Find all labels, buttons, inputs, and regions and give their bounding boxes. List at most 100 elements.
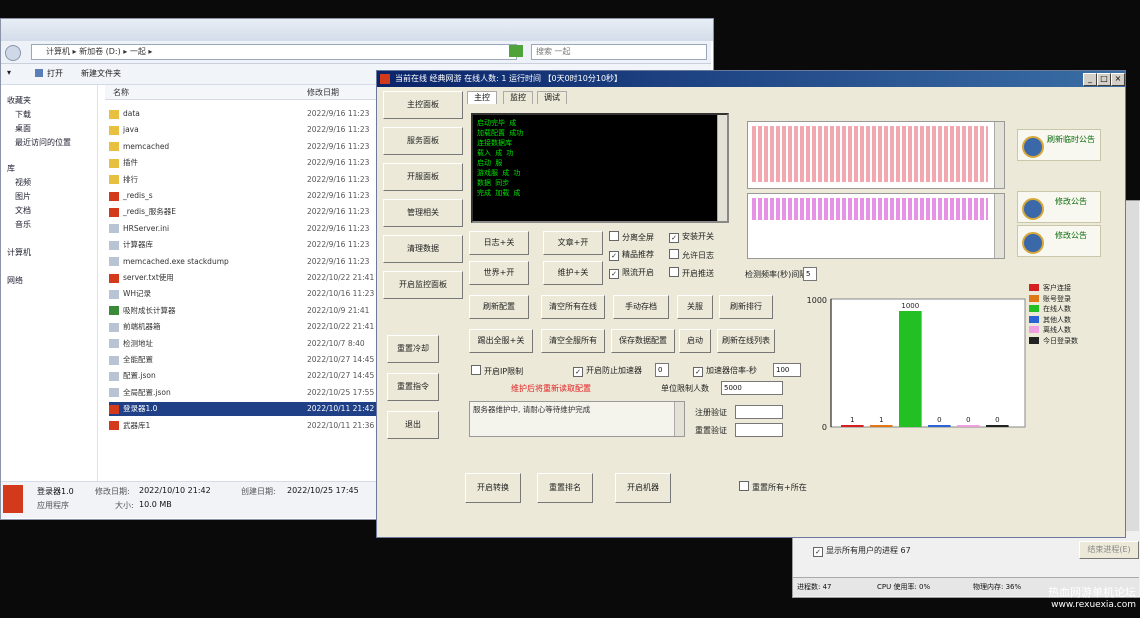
- open-button[interactable]: 打开: [47, 68, 63, 79]
- save-config-button[interactable]: 保存数据配置: [611, 329, 675, 353]
- console-scrollbar[interactable]: [717, 115, 727, 221]
- opt-value-2[interactable]: 100: [773, 363, 801, 377]
- kick-all-button[interactable]: 踢出全服+关: [469, 329, 533, 353]
- announce-badge-2[interactable]: 修改公告: [1017, 191, 1101, 223]
- refresh-icon[interactable]: [509, 45, 523, 57]
- organize-button[interactable]: ▾: [7, 68, 11, 77]
- protection-checkbox[interactable]: 开启IP限制: [471, 365, 523, 377]
- show-all-processes-check[interactable]: ✓ 显示所有用户的进程 67: [813, 545, 911, 557]
- limit-input[interactable]: 5000: [721, 381, 783, 395]
- nav-item[interactable]: 图片: [15, 191, 31, 202]
- clear-online-button[interactable]: 清空所有在线: [541, 295, 605, 319]
- address-bar-area: 计算机 ▸ 新加卷 (D:) ▸ 一起 ▸ 搜索 一起: [1, 41, 711, 64]
- start-button[interactable]: 启动: [679, 329, 711, 353]
- action-button[interactable]: 退出: [387, 411, 439, 439]
- checkbox-label: 分离全屏: [622, 233, 654, 242]
- enable-convert-button[interactable]: 开启转换: [465, 473, 521, 503]
- log-console: 启动完毕 成加载配置 成功 连接数据库 载入 成 功启动 服游戏服 成 功数据 同步…: [471, 113, 729, 223]
- nav-button[interactable]: 主控面板: [383, 91, 463, 119]
- check-interval-input[interactable]: 5: [803, 267, 817, 281]
- option-checkbox[interactable]: ✓ 限流开启: [609, 267, 654, 279]
- file-name: java: [123, 125, 139, 135]
- action-button[interactable]: 重置冷却: [387, 335, 439, 363]
- legend-item: 离线人数: [1029, 325, 1071, 335]
- folder-icon: [109, 125, 119, 135]
- announcement-scrollbar-pink[interactable]: [994, 194, 1004, 258]
- checkbox-box: ✓: [573, 367, 583, 377]
- tab-main[interactable]: 主控: [467, 91, 497, 104]
- announce-badge-1[interactable]: 刷新临时公告: [1017, 129, 1101, 161]
- opt-value-1[interactable]: 0: [655, 363, 669, 377]
- y-tick-label: 1000: [807, 296, 827, 305]
- watermark: 热血网游单机论坛 www.rexuexia.com: [1016, 584, 1136, 610]
- checkbox-box: [471, 365, 481, 375]
- option-checkbox[interactable]: ✓ 安装开关: [669, 231, 714, 243]
- checkbox-box: [669, 267, 679, 277]
- file-name: 全能配置: [123, 355, 153, 364]
- file-name: 全局配置.json: [123, 387, 171, 397]
- end-process-button[interactable]: 结束进程(E): [1079, 541, 1139, 559]
- shutdown-button[interactable]: 关服: [677, 295, 713, 319]
- nav-item[interactable]: 桌面: [15, 123, 31, 134]
- nav-button[interactable]: 服务面板: [383, 127, 463, 155]
- action-button[interactable]: 重置指令: [387, 373, 439, 401]
- folder-icon: [109, 109, 119, 119]
- nav-item[interactable]: 下载: [15, 109, 31, 120]
- refresh-online-list-button[interactable]: 刷新在线列表: [717, 329, 775, 353]
- maximize-button[interactable]: □: [1097, 73, 1111, 86]
- new-folder-button[interactable]: 新建文件夹: [81, 68, 121, 79]
- log-toggle-button[interactable]: 日志+关: [469, 231, 529, 255]
- manual-save-button[interactable]: 手动存档: [613, 295, 669, 319]
- refresh-config-button[interactable]: 刷新配置: [469, 295, 529, 319]
- checkbox-label: 允许日志: [682, 251, 714, 260]
- nav-item[interactable]: 音乐: [15, 219, 31, 230]
- protection-checkbox[interactable]: ✓ 开启防止加速器: [573, 365, 642, 377]
- minimize-button[interactable]: _: [1083, 73, 1097, 86]
- footer-checkbox[interactable]: 重置所有+所在: [739, 481, 807, 493]
- bar-value-label: 0: [995, 416, 999, 424]
- field1-input[interactable]: [735, 405, 783, 419]
- console-line: 游戏服 成 功: [477, 169, 521, 177]
- nav-button[interactable]: 开服面板: [383, 163, 463, 191]
- protection-checkbox[interactable]: ✓ 加速器倍率-秒: [693, 365, 757, 377]
- field2-input[interactable]: [735, 423, 783, 437]
- article-toggle-button[interactable]: 文章+开: [543, 231, 603, 255]
- reset-rank-button[interactable]: 重置排名: [537, 473, 593, 503]
- back-icon[interactable]: [5, 45, 21, 61]
- nav-item[interactable]: 网络: [7, 275, 23, 286]
- nav-item[interactable]: 库: [7, 163, 15, 174]
- maintenance-toggle-button[interactable]: 维护+关: [543, 261, 603, 285]
- legend-label: 客户连接: [1043, 284, 1071, 292]
- announce-badge-3[interactable]: 修改公告: [1017, 225, 1101, 257]
- search-input[interactable]: 搜索 一起: [531, 44, 707, 60]
- world-toggle-button[interactable]: 世界+开: [469, 261, 529, 285]
- status-scrollbar[interactable]: [674, 402, 684, 436]
- nav-item[interactable]: 视频: [15, 177, 31, 188]
- tab-monitor[interactable]: 监控: [503, 91, 533, 104]
- announcement-scrollbar-red[interactable]: [994, 122, 1004, 188]
- close-button[interactable]: ×: [1111, 73, 1125, 86]
- column-date[interactable]: 修改日期: [307, 87, 339, 98]
- column-name[interactable]: 名称: [113, 87, 129, 98]
- refresh-ranking-button[interactable]: 刷新排行: [719, 295, 773, 319]
- exe-icon: [109, 273, 119, 283]
- option-checkbox[interactable]: 开启推送: [669, 267, 714, 279]
- file-icon: [109, 355, 119, 365]
- nav-button[interactable]: 开启监控面板: [383, 271, 463, 299]
- clear-server-button[interactable]: 清空全服所有: [541, 329, 605, 353]
- nav-item[interactable]: 最近访问的位置: [15, 137, 71, 148]
- enable-robot-button[interactable]: 开启机器: [615, 473, 671, 503]
- tab-debug[interactable]: 调试: [537, 91, 567, 104]
- nav-item[interactable]: 收藏夹: [7, 95, 31, 106]
- nav-item[interactable]: 计算机: [7, 247, 31, 258]
- exe-icon: [109, 191, 119, 201]
- option-checkbox[interactable]: 允许日志: [669, 249, 714, 261]
- address-input[interactable]: 计算机 ▸ 新加卷 (D:) ▸ 一起 ▸: [31, 44, 517, 60]
- nav-button[interactable]: 清理数据: [383, 235, 463, 263]
- app-icon: [109, 306, 119, 316]
- status-textarea[interactable]: 服务器维护中, 请耐心等待维护完成: [469, 401, 685, 437]
- nav-button[interactable]: 管理相关: [383, 199, 463, 227]
- option-checkbox[interactable]: ✓ 精品推荐: [609, 249, 654, 261]
- nav-item[interactable]: 文档: [15, 205, 31, 216]
- option-checkbox[interactable]: 分离全屏: [609, 231, 654, 243]
